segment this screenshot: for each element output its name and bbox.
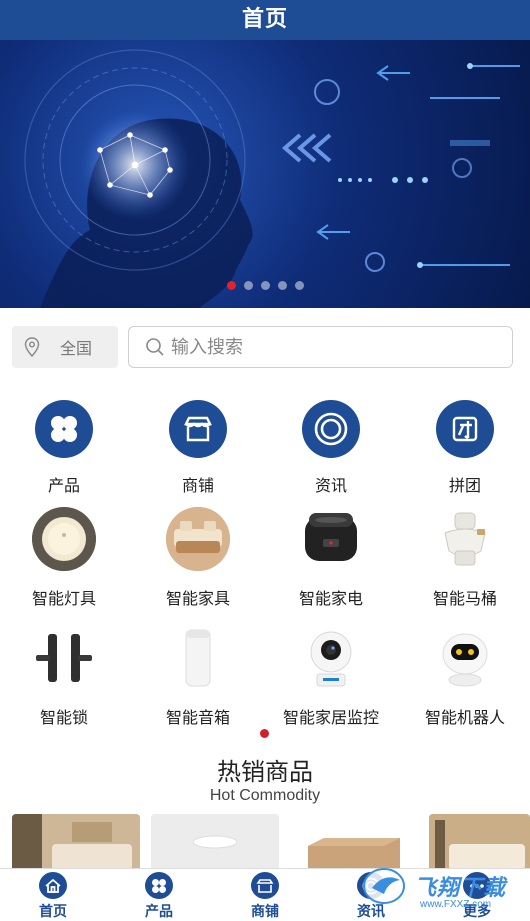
banner-pagination	[0, 281, 530, 293]
category-smart-speaker[interactable]: 智能音箱	[132, 626, 264, 728]
target-icon	[302, 400, 360, 458]
smart-lock-image	[32, 626, 96, 690]
pagination-dot[interactable]	[294, 281, 304, 290]
category-label: 智能家具	[165, 589, 230, 608]
clover-icon	[145, 872, 173, 899]
hot-section-title: 热销商品	[217, 758, 313, 786]
watermark-text: 飞翔下载	[414, 876, 507, 901]
tab-label: 产品	[145, 904, 173, 920]
nav-item-label: 产品	[47, 476, 80, 495]
nav-item-stores[interactable]: 商铺	[132, 400, 264, 496]
nav-item-label: 资讯	[314, 476, 347, 495]
clover-icon	[35, 400, 93, 458]
category-label: 智能家电	[298, 589, 363, 608]
nav-item-group-buy[interactable]: 拼团	[399, 400, 530, 496]
category-smart-lock[interactable]: 智能锁	[0, 626, 130, 728]
store-icon	[251, 872, 279, 899]
search-icon	[146, 338, 164, 356]
tab-label: 首页	[39, 904, 67, 920]
tab-label: 商铺	[251, 904, 279, 920]
category-label: 智能锁	[39, 708, 88, 727]
category-smart-toilet[interactable]: 智能马桶	[399, 507, 530, 609]
nav-item-news[interactable]: 资讯	[265, 400, 397, 496]
pagination-dot[interactable]	[226, 281, 236, 290]
location-selector[interactable]: 全国	[12, 326, 118, 368]
search-box[interactable]	[128, 326, 513, 368]
category-smart-robot[interactable]: 智能机器人	[399, 626, 530, 728]
rice-cooker-image	[299, 507, 363, 571]
category-smart-lighting[interactable]: 智能灯具	[0, 507, 130, 609]
smart-lamp-image	[32, 507, 96, 571]
pagination-dot[interactable]	[243, 281, 253, 290]
category-label: 智能音箱	[165, 708, 230, 727]
tab-stores[interactable]: 商铺	[212, 869, 318, 921]
tab-home[interactable]: 首页	[0, 869, 106, 921]
banner-illustration	[24, 49, 520, 308]
security-camera-image	[299, 626, 363, 690]
category-smart-appliances[interactable]: 智能家电	[265, 507, 397, 609]
category-home-monitoring[interactable]: 智能家居监控	[265, 626, 397, 728]
search-input[interactable]	[171, 336, 491, 358]
smart-furniture-image	[166, 507, 230, 571]
tab-products[interactable]: 产品	[106, 869, 212, 921]
robot-image	[433, 626, 497, 690]
nav-item-label: 拼团	[448, 476, 481, 495]
category-label: 智能灯具	[31, 589, 96, 608]
home-page: 首页 全国 输入搜索 产品 商铺 资讯 拼团 智能灯具 智能家具 智能家电 智能…	[0, 0, 530, 921]
smart-speaker-image	[166, 626, 230, 690]
smart-toilet-image	[433, 507, 497, 571]
category-label: 智能家居监控	[282, 708, 379, 727]
product-thumbnail[interactable]	[12, 814, 140, 870]
nav-item-products[interactable]: 产品	[0, 400, 130, 496]
category-label: 智能机器人	[424, 708, 505, 727]
pagination-dot[interactable]	[260, 281, 270, 290]
home-icon	[39, 872, 67, 899]
store-icon	[169, 400, 227, 458]
pagination-dot[interactable]	[277, 281, 287, 290]
hot-section-subtitle: Hot Commodity	[209, 787, 321, 804]
group-icon	[436, 400, 494, 458]
category-label: 智能马桶	[432, 589, 497, 608]
category-smart-furniture[interactable]: 智能家具	[132, 507, 264, 609]
banner-carousel[interactable]	[0, 40, 530, 308]
nav-item-label: 商铺	[181, 476, 214, 495]
watermark-url: www.FXXZ.com	[420, 899, 492, 910]
location-label: 全国	[60, 339, 93, 358]
category-pagination-dot[interactable]	[260, 729, 269, 738]
watermark-logo-icon	[363, 868, 405, 904]
page-title: 首页	[0, 0, 530, 40]
product-thumbnail[interactable]	[151, 814, 279, 870]
location-pin-icon	[24, 337, 40, 357]
